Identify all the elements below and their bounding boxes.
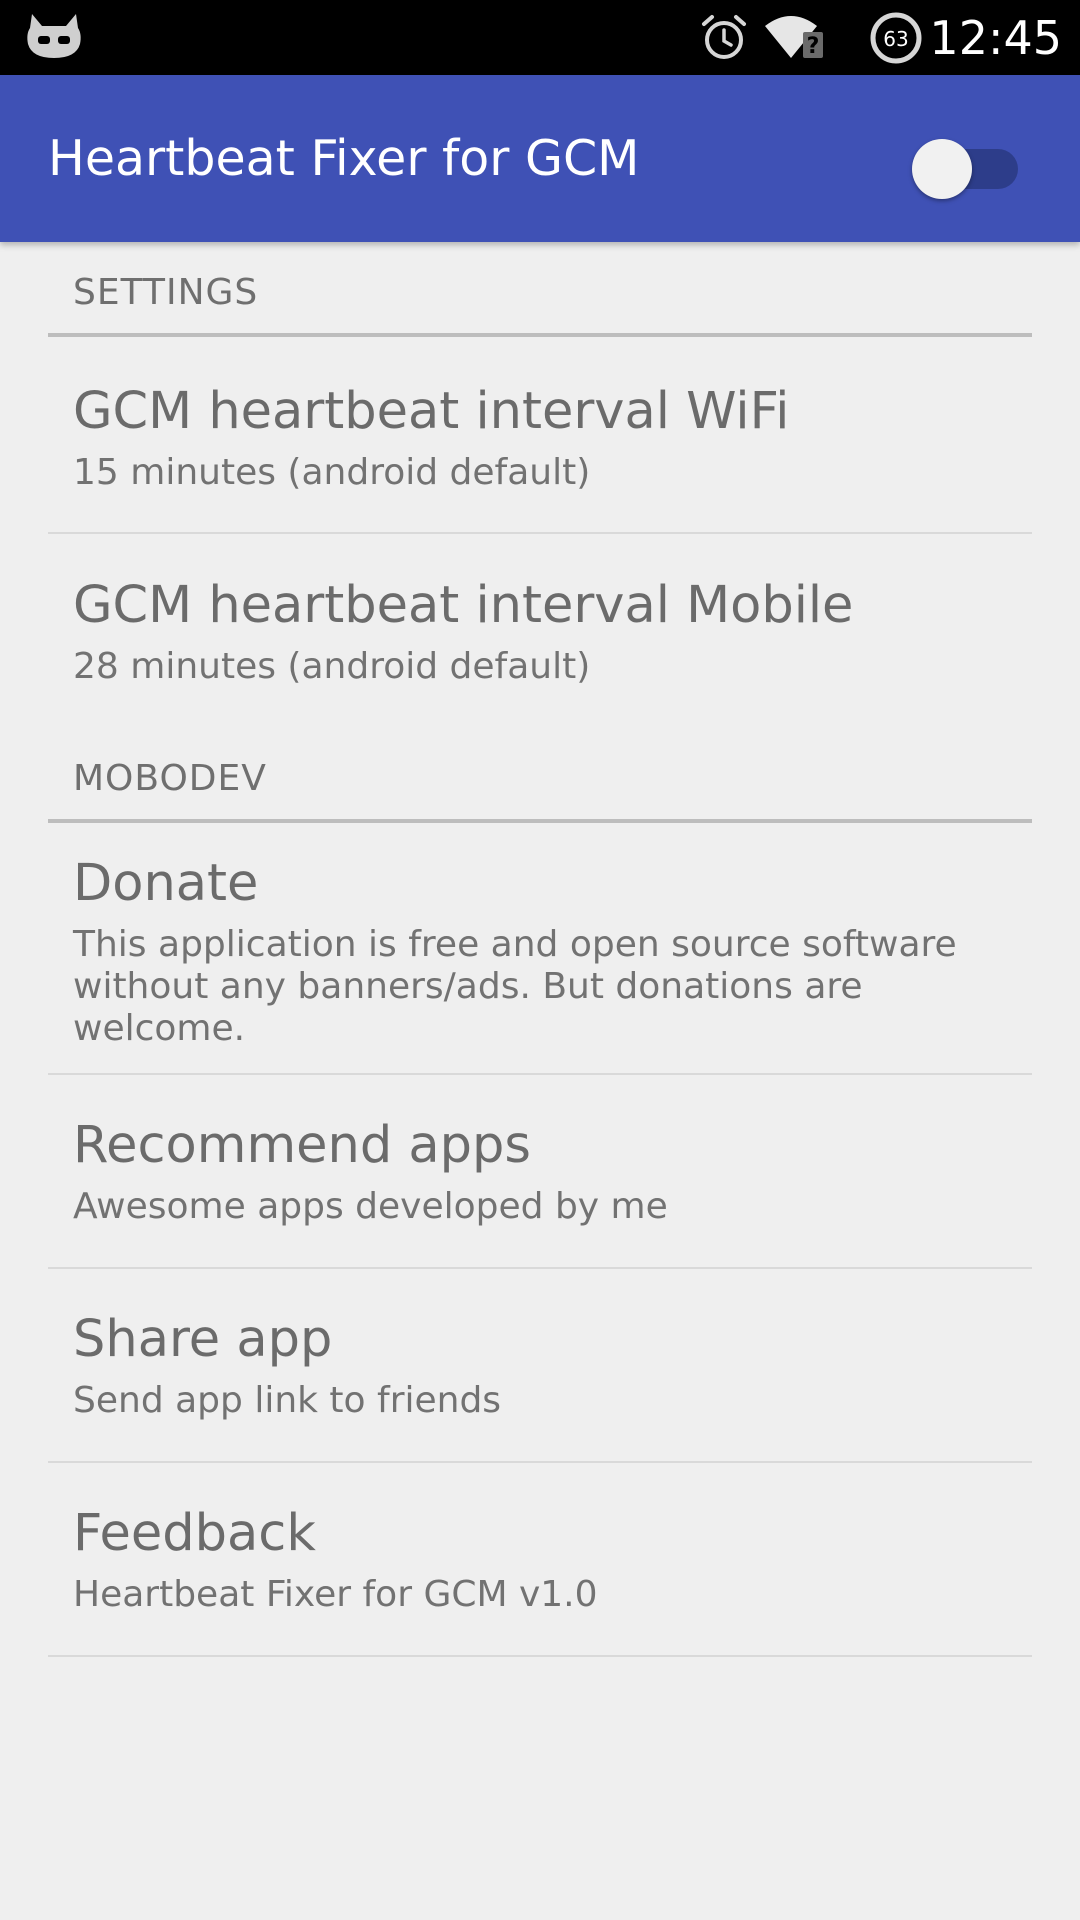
- pref-summary: Send app link to friends: [73, 1380, 502, 1421]
- pref-recommend-apps[interactable]: Recommend apps Awesome apps developed by…: [48, 1114, 1032, 1269]
- category-mobodev: MOBODEV: [48, 754, 1032, 828]
- status-clock: 12:45: [929, 11, 1062, 65]
- pref-title: GCM heartbeat interval WiFi: [73, 382, 790, 441]
- category-divider: [48, 819, 1032, 823]
- pref-heartbeat-wifi[interactable]: GCM heartbeat interval WiFi 15 minutes (…: [48, 380, 1032, 535]
- category-title: MOBODEV: [73, 758, 267, 799]
- pref-title: GCM heartbeat interval Mobile: [73, 576, 854, 635]
- alarm-icon: [702, 15, 746, 59]
- pref-donate[interactable]: Donate This application is free and open…: [48, 852, 1032, 1075]
- pref-feedback[interactable]: Feedback Heartbeat Fixer for GCM v1.0: [48, 1502, 1032, 1657]
- pref-summary: Heartbeat Fixer for GCM v1.0: [73, 1574, 598, 1615]
- list-divider: [48, 1461, 1032, 1463]
- switch-thumb: [912, 139, 972, 199]
- battery-level: 63: [883, 27, 908, 51]
- list-divider: [48, 1073, 1032, 1075]
- pref-title: Recommend apps: [73, 1116, 531, 1175]
- pref-summary: Awesome apps developed by me: [73, 1186, 668, 1227]
- wifi-icon: ?: [765, 16, 823, 59]
- app-title: Heartbeat Fixer for GCM: [48, 130, 640, 187]
- app-toolbar: Heartbeat Fixer for GCM: [0, 75, 1080, 242]
- master-enable-switch[interactable]: [912, 132, 1028, 199]
- cyanogenmod-icon: [27, 14, 81, 58]
- pref-title: Feedback: [73, 1504, 316, 1563]
- battery-icon: 63: [870, 12, 922, 64]
- pref-title: Donate: [73, 854, 259, 913]
- pref-share-app[interactable]: Share app Send app link to friends: [48, 1308, 1032, 1463]
- svg-text:?: ?: [807, 34, 820, 59]
- category-settings: SETTINGS: [48, 268, 1032, 342]
- pref-title: Share app: [73, 1310, 333, 1369]
- pref-summary: 15 minutes (android default): [73, 452, 591, 493]
- category-title: SETTINGS: [73, 272, 259, 313]
- list-divider: [48, 1655, 1032, 1657]
- list-divider: [48, 532, 1032, 534]
- pref-summary: This application is free and open source…: [73, 924, 957, 1049]
- pref-heartbeat-mobile[interactable]: GCM heartbeat interval Mobile 28 minutes…: [48, 574, 1032, 724]
- category-divider: [48, 333, 1032, 337]
- list-divider: [48, 1267, 1032, 1269]
- status-bar: ? 63 12:45: [0, 0, 1080, 75]
- pref-summary: 28 minutes (android default): [73, 646, 591, 687]
